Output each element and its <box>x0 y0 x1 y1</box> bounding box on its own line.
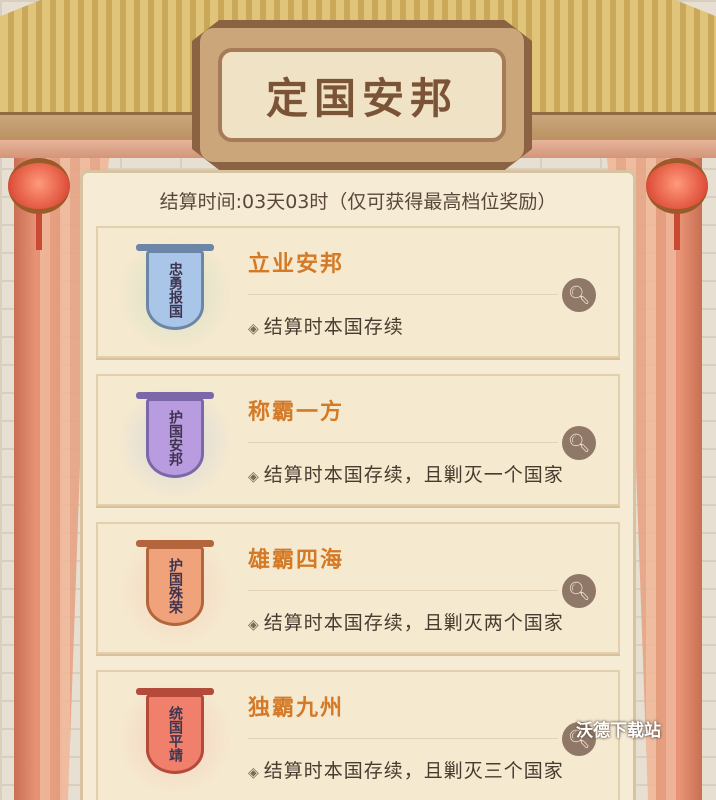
tier-title: 称霸一方 <box>248 400 345 425</box>
diamond-bullet-icon: ◈ <box>248 469 260 485</box>
tier-condition: ◈ 结算时本国存续，且剿灭两个国家 <box>248 608 564 635</box>
title-plaque-inner: 定国安邦 <box>218 48 506 142</box>
diamond-bullet-icon: ◈ <box>248 617 260 633</box>
tier-condition-text: 结算时本国存续，且剿灭两个国家 <box>263 612 564 634</box>
tier-banner-text: 忠勇报国 <box>167 262 183 318</box>
tier-condition-text: 结算时本国存续，且剿灭一个国家 <box>263 464 564 486</box>
tier-card[interactable]: 忠勇报国 立业安邦 ◈ 结算时本国存续 🔍︎ <box>96 226 620 358</box>
diamond-bullet-icon: ◈ <box>248 765 260 781</box>
tier-banner-icon: 忠勇报国 <box>146 250 204 330</box>
tier-condition-text: 结算时本国存续，且剿灭三个国家 <box>263 760 564 782</box>
tier-card[interactable]: 统国平靖 独霸九州 ◈ 结算时本国存续，且剿灭三个国家 🔍︎ <box>96 670 620 800</box>
settlement-time-text: 结算时间:03天03时（仅可获得最高档位奖励） <box>159 191 557 213</box>
tier-banner-text: 护国安邦 <box>167 410 183 466</box>
search-icon[interactable]: 🔍︎ <box>562 426 596 460</box>
right-lantern-icon <box>646 158 708 214</box>
card-divider <box>248 738 558 739</box>
tier-condition: ◈ 结算时本国存续 <box>248 312 404 339</box>
card-divider <box>248 590 558 591</box>
search-icon[interactable]: 🔍︎ <box>562 574 596 608</box>
tier-title: 独霸九州 <box>248 696 345 721</box>
tier-card[interactable]: 护国安邦 称霸一方 ◈ 结算时本国存续，且剿灭一个国家 🔍︎ <box>96 374 620 506</box>
watermark: 沃德下载站 <box>576 721 661 741</box>
title-plaque: 定国安邦 <box>192 20 532 170</box>
tier-condition-text: 结算时本国存续 <box>263 316 404 338</box>
tier-card[interactable]: 护国殊荣 雄霸四海 ◈ 结算时本国存续，且剿灭两个国家 🔍︎ <box>96 522 620 654</box>
tier-title: 立业安邦 <box>248 252 345 277</box>
tier-banner-icon: 护国殊荣 <box>146 546 204 626</box>
left-lantern-icon <box>8 158 70 214</box>
search-icon[interactable]: 🔍︎ <box>562 278 596 312</box>
left-lantern-tassel <box>36 214 42 250</box>
tier-banner-icon: 统国平靖 <box>146 694 204 774</box>
tier-condition: ◈ 结算时本国存续，且剿灭三个国家 <box>248 756 564 783</box>
page-title: 定国安邦 <box>265 73 458 123</box>
right-lantern-tassel <box>674 214 680 250</box>
card-divider <box>248 294 558 295</box>
tier-title: 雄霸四海 <box>248 548 345 573</box>
diamond-bullet-icon: ◈ <box>248 321 260 337</box>
tier-banner-text: 护国殊荣 <box>167 558 183 614</box>
tier-banner-icon: 护国安邦 <box>146 398 204 478</box>
card-divider <box>248 442 558 443</box>
tier-condition: ◈ 结算时本国存续，且剿灭一个国家 <box>248 460 564 487</box>
tier-banner-text: 统国平靖 <box>167 706 183 762</box>
